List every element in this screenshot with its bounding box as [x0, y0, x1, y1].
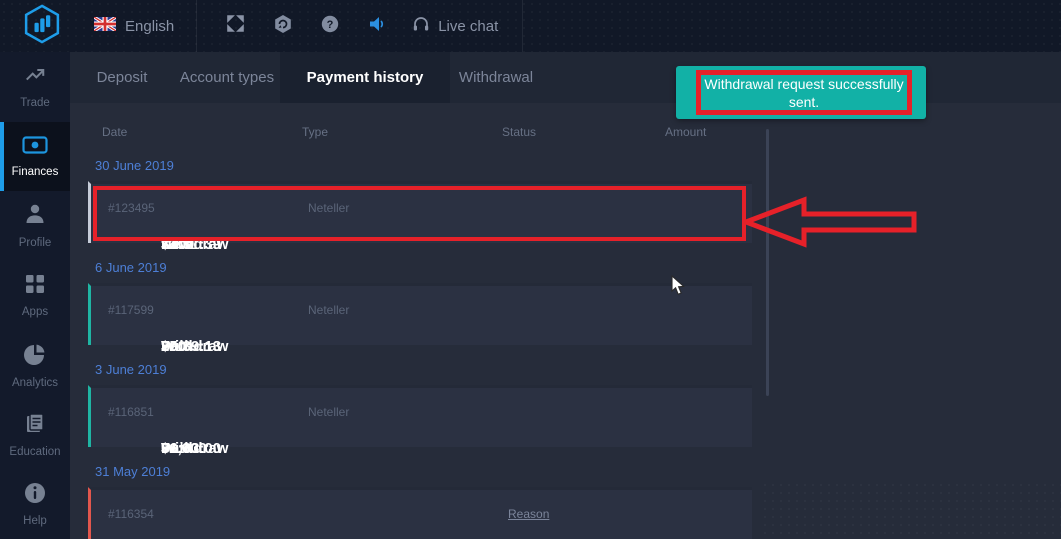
pie-chart-icon	[23, 342, 47, 371]
sidebar-item-trade[interactable]: Trade	[0, 52, 70, 122]
live-chat-label: Live chat	[438, 18, 498, 35]
column-header-status: Status	[502, 125, 665, 141]
hexagon-refresh-icon	[273, 14, 293, 39]
toast-notification: Withdrawal request successfully sent.	[676, 66, 926, 119]
annotation-box-toast: Withdrawal request successfully sent.	[696, 70, 912, 115]
sidebar-item-analytics[interactable]: Analytics	[0, 330, 70, 400]
sidebar-nav: Trade Finances Profile App	[0, 52, 70, 539]
column-header-type: Type	[302, 125, 502, 141]
row-transaction-id: #116354	[108, 507, 308, 521]
column-header-amount: Amount	[665, 125, 752, 141]
sidebar-item-label: Help	[23, 515, 47, 527]
book-icon	[23, 411, 47, 440]
trend-up-icon	[23, 64, 47, 91]
tab-deposit[interactable]: Deposit	[70, 52, 174, 103]
tab-payment-history[interactable]: Payment history	[280, 52, 450, 103]
platform-button[interactable]	[259, 14, 306, 39]
row-method: Neteller	[308, 405, 508, 419]
row-transaction-id: #117599	[108, 303, 308, 317]
mouse-cursor	[671, 275, 685, 301]
sidebar-item-label: Trade	[20, 97, 50, 109]
sidebar-item-education[interactable]: Education	[0, 400, 70, 470]
table-row[interactable]: 10:54:16 #116354 Withdraw Rejected Reaso…	[88, 487, 752, 539]
payment-history-panel: Date Type Status Amount 30 June 2019 14:…	[70, 103, 1061, 539]
group-date: 30 June 2019	[95, 158, 752, 173]
fullscreen-icon	[227, 15, 244, 37]
question-icon: ?	[321, 15, 339, 38]
sidebar-item-help[interactable]: Help	[0, 469, 70, 539]
speaker-icon	[368, 15, 386, 38]
sidebar-item-finances[interactable]: Finances	[0, 122, 70, 192]
banknote-icon	[22, 135, 48, 160]
row-reason-link[interactable]: Reason	[508, 507, 671, 521]
language-label: English	[125, 18, 174, 35]
sidebar-item-label: Profile	[19, 237, 52, 249]
tab-account-types[interactable]: Account types	[174, 52, 280, 103]
tab-withdrawal[interactable]: Withdrawal	[450, 52, 542, 103]
table-row[interactable]: 20:39:13 #117599 Withdraw Neteller Paid …	[88, 283, 752, 345]
sidebar-item-label: Finances	[12, 166, 59, 178]
sidebar-item-label: Education	[9, 446, 60, 458]
uk-flag-icon	[94, 17, 116, 35]
grid-icon	[24, 273, 46, 300]
table-row[interactable]: 14:31:39 #123495 Withdraw Neteller New $…	[88, 181, 752, 243]
logo-icon	[22, 4, 62, 49]
headset-icon	[412, 15, 430, 37]
top-bar: English ?	[0, 0, 1061, 52]
column-header-date: Date	[102, 125, 302, 141]
sidebar-item-apps[interactable]: Apps	[0, 261, 70, 331]
date-group: 30 June 2019 14:31:39 #123495 Withdraw N…	[88, 158, 752, 243]
toast-message: Withdrawal request successfully sent.	[704, 75, 904, 111]
language-selector[interactable]: English	[84, 17, 196, 35]
topbar-divider	[522, 0, 523, 52]
info-icon	[24, 482, 46, 509]
live-chat-button[interactable]: Live chat	[400, 15, 522, 37]
svg-text:?: ?	[326, 19, 333, 31]
sidebar-item-profile[interactable]: Profile	[0, 191, 70, 261]
app-logo[interactable]	[0, 4, 84, 49]
row-transaction-id: #116851	[108, 405, 308, 419]
row-method: Neteller	[308, 303, 508, 317]
sidebar-item-label: Analytics	[12, 377, 58, 389]
payment-history-table: Date Type Status Amount 30 June 2019 14:…	[88, 125, 752, 539]
row-transaction-id: #123495	[108, 201, 308, 215]
row-method: Neteller	[308, 201, 508, 215]
sound-button[interactable]	[353, 15, 400, 38]
main-area: Deposit Account types Payment history Wi…	[70, 52, 1061, 539]
sidebar-item-label: Apps	[22, 306, 48, 318]
table-header-row: Date Type Status Amount	[88, 125, 752, 141]
table-groups: 30 June 2019 14:31:39 #123495 Withdraw N…	[88, 158, 752, 539]
help-button[interactable]: ?	[306, 15, 353, 38]
annotation-arrow-left	[742, 196, 918, 253]
vertical-scrollbar[interactable]	[766, 129, 769, 396]
table-row[interactable]: 06:33:00 #116851 Withdraw Neteller Paid …	[88, 385, 752, 447]
person-icon	[23, 202, 47, 231]
fullscreen-button[interactable]	[212, 15, 259, 37]
